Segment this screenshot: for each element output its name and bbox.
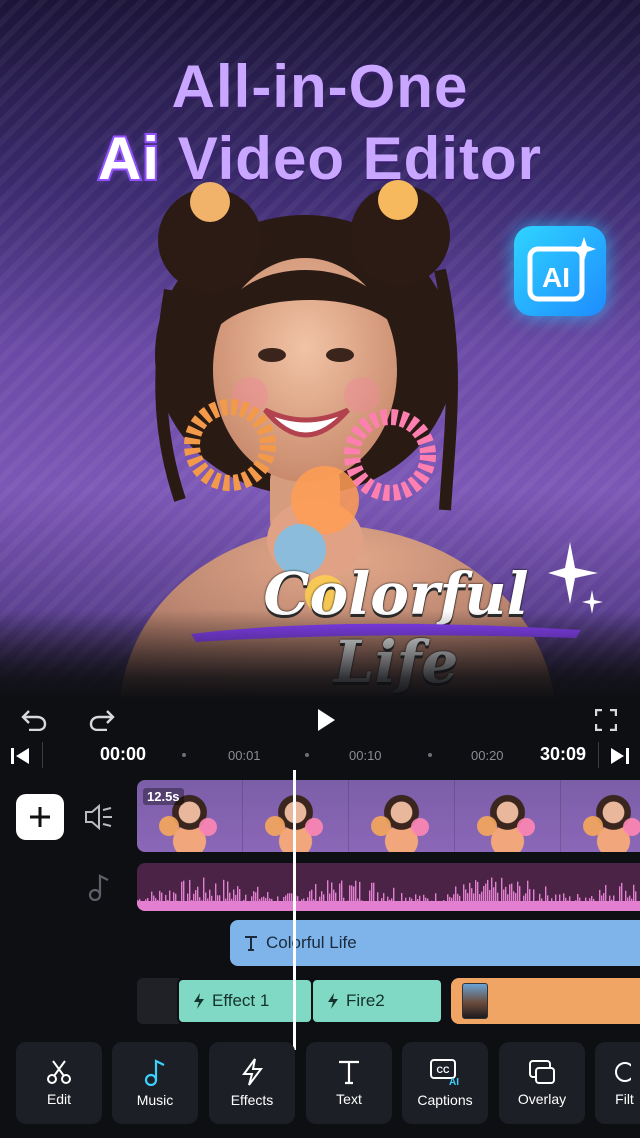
tool-music[interactable]: Music: [112, 1042, 198, 1124]
bottom-toolbar: Edit Music Effects Text CC AI Captions Ov…: [0, 1040, 640, 1138]
video-frame-thumb: [561, 780, 640, 852]
redo-icon: [89, 710, 115, 731]
music-note-icon: [88, 874, 109, 901]
timeline-ruler: 00:00 00:01 00:10 00:20 30:09: [0, 738, 640, 772]
text-icon: [339, 1060, 359, 1085]
plus-icon: [30, 807, 50, 827]
tool-label: Captions: [417, 1092, 473, 1108]
tool-label: Music: [136, 1092, 174, 1108]
text-clip-label: Colorful Life: [266, 933, 357, 952]
video-frame-thumb: [455, 780, 561, 852]
play-icon: [318, 709, 335, 731]
tool-captions[interactable]: CC AI Captions: [402, 1042, 488, 1124]
ruler-tick-label: 00:10: [349, 748, 382, 763]
mute-audio-button[interactable]: [82, 800, 116, 834]
overlay-icon: [529, 1060, 555, 1084]
tool-label: Overlay: [517, 1091, 567, 1107]
ai-badge: AI: [514, 226, 606, 316]
ruler-dot: [428, 753, 432, 757]
video-track-clip[interactable]: [137, 780, 640, 852]
svg-text:CC: CC: [437, 1065, 450, 1075]
scissors-icon: [47, 1060, 71, 1084]
tool-label: Text: [336, 1091, 362, 1107]
waveform-base: [137, 901, 640, 911]
effect-clip-label: Fire2: [346, 991, 385, 1010]
ruler-divider: [42, 742, 43, 768]
svg-text:AI: AI: [449, 1077, 459, 1086]
filter-icon: [614, 1062, 631, 1082]
fullscreen-button[interactable]: [590, 704, 622, 736]
music-track-icon-wrap: [84, 872, 114, 902]
skip-end-icon: [611, 748, 629, 764]
current-time: 00:00: [100, 744, 147, 764]
play-button[interactable]: [310, 704, 342, 736]
tool-text[interactable]: Text: [306, 1042, 392, 1124]
audio-track-clip[interactable]: [137, 863, 640, 911]
speaker-icon: [85, 804, 112, 830]
clip-duration-label: 12.5s: [143, 788, 184, 805]
lightning-icon: [194, 993, 204, 1009]
undo-icon: [21, 710, 47, 731]
tool-effects[interactable]: Effects: [209, 1042, 295, 1124]
captions-ai-icon: CC AI: [430, 1059, 459, 1086]
lightning-icon: [328, 993, 338, 1009]
ai-sparkle-icon: AI: [527, 237, 596, 302]
overlay-thumbnail: [462, 983, 488, 1019]
tool-label: Effects: [230, 1092, 274, 1108]
skip-start-icon: [11, 748, 29, 764]
tool-overlay[interactable]: Overlay: [499, 1042, 585, 1124]
text-t-icon: [245, 936, 257, 951]
sparkle-icon: [548, 542, 603, 614]
tool-label: Edit: [46, 1091, 72, 1107]
effect-track-empty: [137, 978, 179, 1024]
ruler-dot: [305, 753, 309, 757]
tool-edit[interactable]: Edit: [16, 1042, 102, 1124]
total-time: 30:09: [540, 744, 587, 764]
effect-clip-label: Effect 1: [212, 991, 270, 1010]
redo-button[interactable]: [86, 706, 118, 734]
fullscreen-icon: [595, 709, 617, 731]
hero-fade: [0, 610, 640, 700]
tool-label: Filt: [615, 1091, 634, 1107]
audio-waveform: [137, 877, 640, 911]
player-controls: [0, 700, 640, 740]
lightning-icon: [242, 1058, 263, 1086]
ruler-tick-label: 00:20: [471, 748, 504, 763]
music-note-icon: [144, 1059, 165, 1086]
video-frame-thumb: [243, 780, 349, 852]
effect-clip[interactable]: Fire2: [311, 978, 443, 1024]
ruler-divider: [598, 742, 599, 768]
hero-preview: All-in-One Ai Video Editor AI Colorful: [0, 0, 640, 700]
ruler-dot: [182, 753, 186, 757]
overlay-track-clip[interactable]: [451, 978, 640, 1024]
ai-badge-label: AI: [542, 262, 570, 293]
add-media-button[interactable]: [16, 794, 64, 840]
skip-to-end-button[interactable]: [608, 744, 632, 768]
text-track-clip[interactable]: Colorful Life: [230, 920, 640, 966]
skip-to-start-button[interactable]: [8, 744, 32, 768]
video-frame-thumb: [349, 780, 455, 852]
ruler-tick-label: 00:01: [228, 748, 261, 763]
undo-button[interactable]: [18, 706, 50, 734]
tool-filter[interactable]: Filt: [595, 1042, 640, 1124]
playhead[interactable]: [293, 770, 296, 1050]
headline-line-1: All-in-One: [171, 53, 469, 120]
